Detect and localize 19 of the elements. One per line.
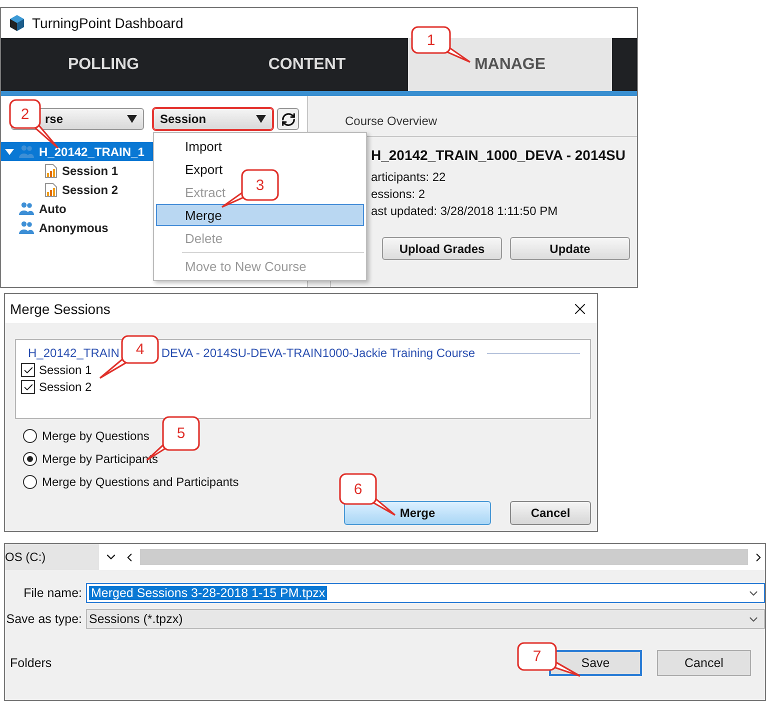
- radio-label: Merge by Questions and Participants: [42, 475, 239, 489]
- radio-label: Merge by Questions: [42, 429, 150, 443]
- callout-tooltip: 7: [516, 641, 582, 678]
- field-label: File name:: [22, 586, 83, 600]
- field-label: Save as type:: [5, 612, 83, 626]
- info-line: articipants: 22: [371, 170, 446, 184]
- checkbox-label: Session 2: [39, 380, 92, 394]
- course-name: DEVA - 2014SU-DEVA-TRAIN1000-Jackie Training Course: [161, 346, 476, 360]
- course-title: H_20142_TRAIN_1000_DEVA - 2014SU: [371, 147, 626, 163]
- course-name: H_20142_TRAIN: [28, 346, 120, 360]
- checkbox-label: Session 1: [39, 363, 92, 377]
- info-line: essions: 2: [371, 187, 426, 201]
- window-title: TurningPoint Dashboard: [32, 15, 184, 31]
- section-heading: Course Overview: [345, 114, 438, 128]
- callout-tooltip: 6: [338, 472, 397, 517]
- dialog-title: Merge Sessions: [10, 300, 110, 316]
- callout-tooltip: 1: [410, 25, 472, 64]
- radio-label: Merge by Participants: [42, 452, 158, 466]
- info-line: ast updated: 3/28/2018 1:11:50 PM: [371, 204, 558, 218]
